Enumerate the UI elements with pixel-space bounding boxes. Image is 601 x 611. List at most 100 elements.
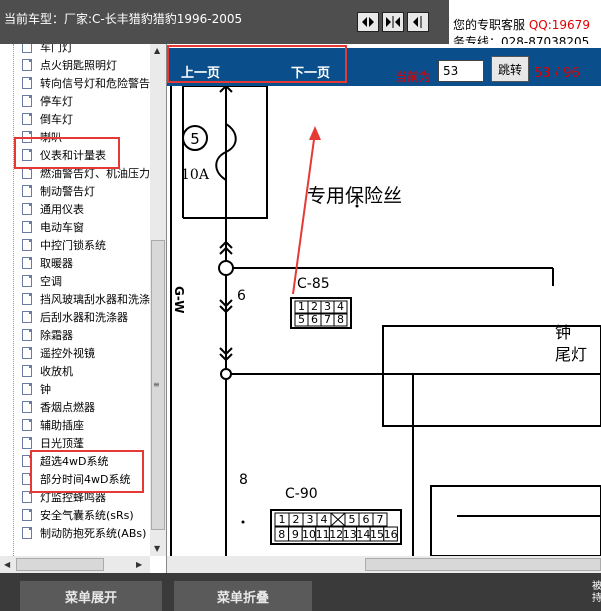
tree-item[interactable]: 挡风玻璃刮水器和洗涤 [0,290,150,307]
connector-pin-label: 12 [329,528,343,541]
fuse-rating: 10A [181,167,210,183]
document-icon [22,202,32,215]
document-icon [22,76,32,89]
connector-pin-label: 16 [384,528,398,541]
tree-item[interactable]: 除霜器 [0,326,73,343]
customer-service-panel: 您的专职客服 QQ:19679 务专线：028-87038205 [449,0,601,48]
document-icon [22,346,32,359]
document-icon [22,112,32,125]
wire-color-label: G-W [172,286,186,314]
document-icon [22,526,32,539]
tree-item-label: 遥控外视镜 [40,346,95,360]
page-number-input[interactable] [438,60,484,82]
connector-c90: 1 2 3 4 5 6 78 9 10 11 12 13 14 15 16 [270,509,402,545]
junction-point [218,260,234,276]
document-icon [22,220,32,233]
collapse-left-icon [362,17,374,27]
tree-item[interactable]: 收放机 [0,362,73,379]
document-icon [22,238,32,251]
tree-hscroll-thumb[interactable] [16,558,104,571]
tree-item-label: 点火钥匙照明灯 [40,58,117,72]
tree-item-label: 收放机 [40,364,73,378]
collapse-right-icon [413,16,422,28]
tree-item[interactable]: 制动警告灯 [0,182,95,199]
tree-item-label: 钟 [40,382,51,396]
collapse-left-button[interactable] [357,12,379,32]
tree-horizontal-scrollbar[interactable]: ◀ ▶ [0,556,150,573]
tree-item[interactable]: 转向信号灯和危险警告 [0,74,150,91]
tree-item[interactable]: 后刮水器和洗涤器 [0,308,128,325]
tree-item[interactable]: 点火钥匙照明灯 [0,56,117,73]
tree-item-label: 香烟点燃器 [40,400,95,414]
tree-item[interactable]: 遥控外视镜 [0,344,95,361]
tree-item[interactable]: 倒车灯 [0,110,73,127]
wire-number-6: 6 [237,288,246,304]
diagram-scroll-thumb[interactable] [365,558,601,571]
fuse-label: 专用保险丝 [307,185,402,207]
tree-vertical-scrollbar[interactable]: ▲ ≡ ▼ [150,44,166,556]
document-icon [22,418,32,431]
tree-item-label: 倒车灯 [40,112,73,126]
expand-menu-button[interactable]: 菜单展开 [20,581,162,611]
service-label: 您的专职客服 [453,18,526,32]
connector-pin-label: 7 [377,513,384,526]
tree-item-label: 空调 [40,274,62,288]
current-page-label: 当前为 [395,70,432,84]
tree-item[interactable]: 制动防抱死系统(ABs) [0,524,146,541]
scroll-up-icon[interactable]: ▲ [154,46,160,55]
menu-tree: 车门灯 点火钥匙照明灯 转向信号灯和危险警告 停车灯 倒车灯 喇叭 仪表和计量表 燃油警告灯、… [0,44,167,573]
tree-item-label: 辅助插座 [40,418,84,432]
tree-item[interactable]: 安全气囊系统(sRs) [0,506,134,523]
connector-pin-label: 9 [292,528,299,541]
tree-item[interactable]: 空调 [0,272,62,289]
document-icon [22,94,32,107]
document-icon [22,382,32,395]
connector-pin-label: 1 [279,513,286,526]
connector-c85-label: C-85 [297,276,330,292]
current-model-title: 当前车型：厂家:C-长丰猎豹猎豹1996-2005 [4,12,243,26]
service-qq[interactable]: QQ:19679 [529,18,590,32]
tree-item[interactable]: 取暖器 [0,254,73,271]
tree-item[interactable]: 电动车窗 [0,218,84,235]
tree-item-label: 安全气囊系统(sRs) [40,508,134,522]
tree-item[interactable]: 通用仪表 [0,200,84,217]
jump-button[interactable]: 跳转 [491,56,529,82]
collapse-menu-button[interactable]: 菜单折叠 [174,581,312,611]
document-icon [22,310,32,323]
tree-item[interactable]: 中控门锁系统 [0,236,106,253]
tree-item-label: 除霜器 [40,328,73,342]
document-icon [22,436,32,449]
connector-pin-label: 15 [370,528,384,541]
tree-item-label: 制动防抱死系统(ABs) [40,526,147,540]
scroll-left-icon[interactable]: ◀ [4,560,10,569]
tree-item-label: 转向信号灯和危险警告 [40,76,150,90]
collapse-right-button[interactable] [407,12,429,32]
connector-pin-label: 14 [356,528,370,541]
connector-pin-label: 3 [324,300,331,313]
document-icon [22,44,32,53]
connector-pin-label: 6 [363,513,370,526]
highlight-box-4wd [30,450,144,493]
side-text: 被持 [592,581,601,604]
tree-item[interactable]: 钟 [0,380,51,397]
connector-pin-label: 13 [343,528,357,541]
split-view-button[interactable] [382,12,404,32]
connector-pin-label: 11 [316,528,330,541]
tree-item[interactable]: 车门灯 [0,44,73,55]
tree-item[interactable]: 香烟点燃器 [0,398,95,415]
connector-c90-label: C-90 [285,486,318,502]
tree-item[interactable]: 日光顶蓬 [0,434,84,451]
tree-item[interactable]: 辅助插座 [0,416,84,433]
tree-item-label: 日光顶蓬 [40,436,84,450]
diagram-horizontal-scrollbar[interactable] [167,556,601,573]
highlight-box-instruments [14,137,120,169]
tree-item-label: 中控门锁系统 [40,238,106,252]
scroll-down-icon[interactable]: ▼ [154,544,160,553]
scroll-right-icon[interactable]: ▶ [136,560,142,569]
connector-pin-label: 4 [337,300,344,313]
tree-item[interactable]: 停车灯 [0,92,73,109]
document-icon [22,508,32,521]
document-icon [22,256,32,269]
connector-pin-label: 7 [324,313,331,326]
document-icon [22,274,32,287]
